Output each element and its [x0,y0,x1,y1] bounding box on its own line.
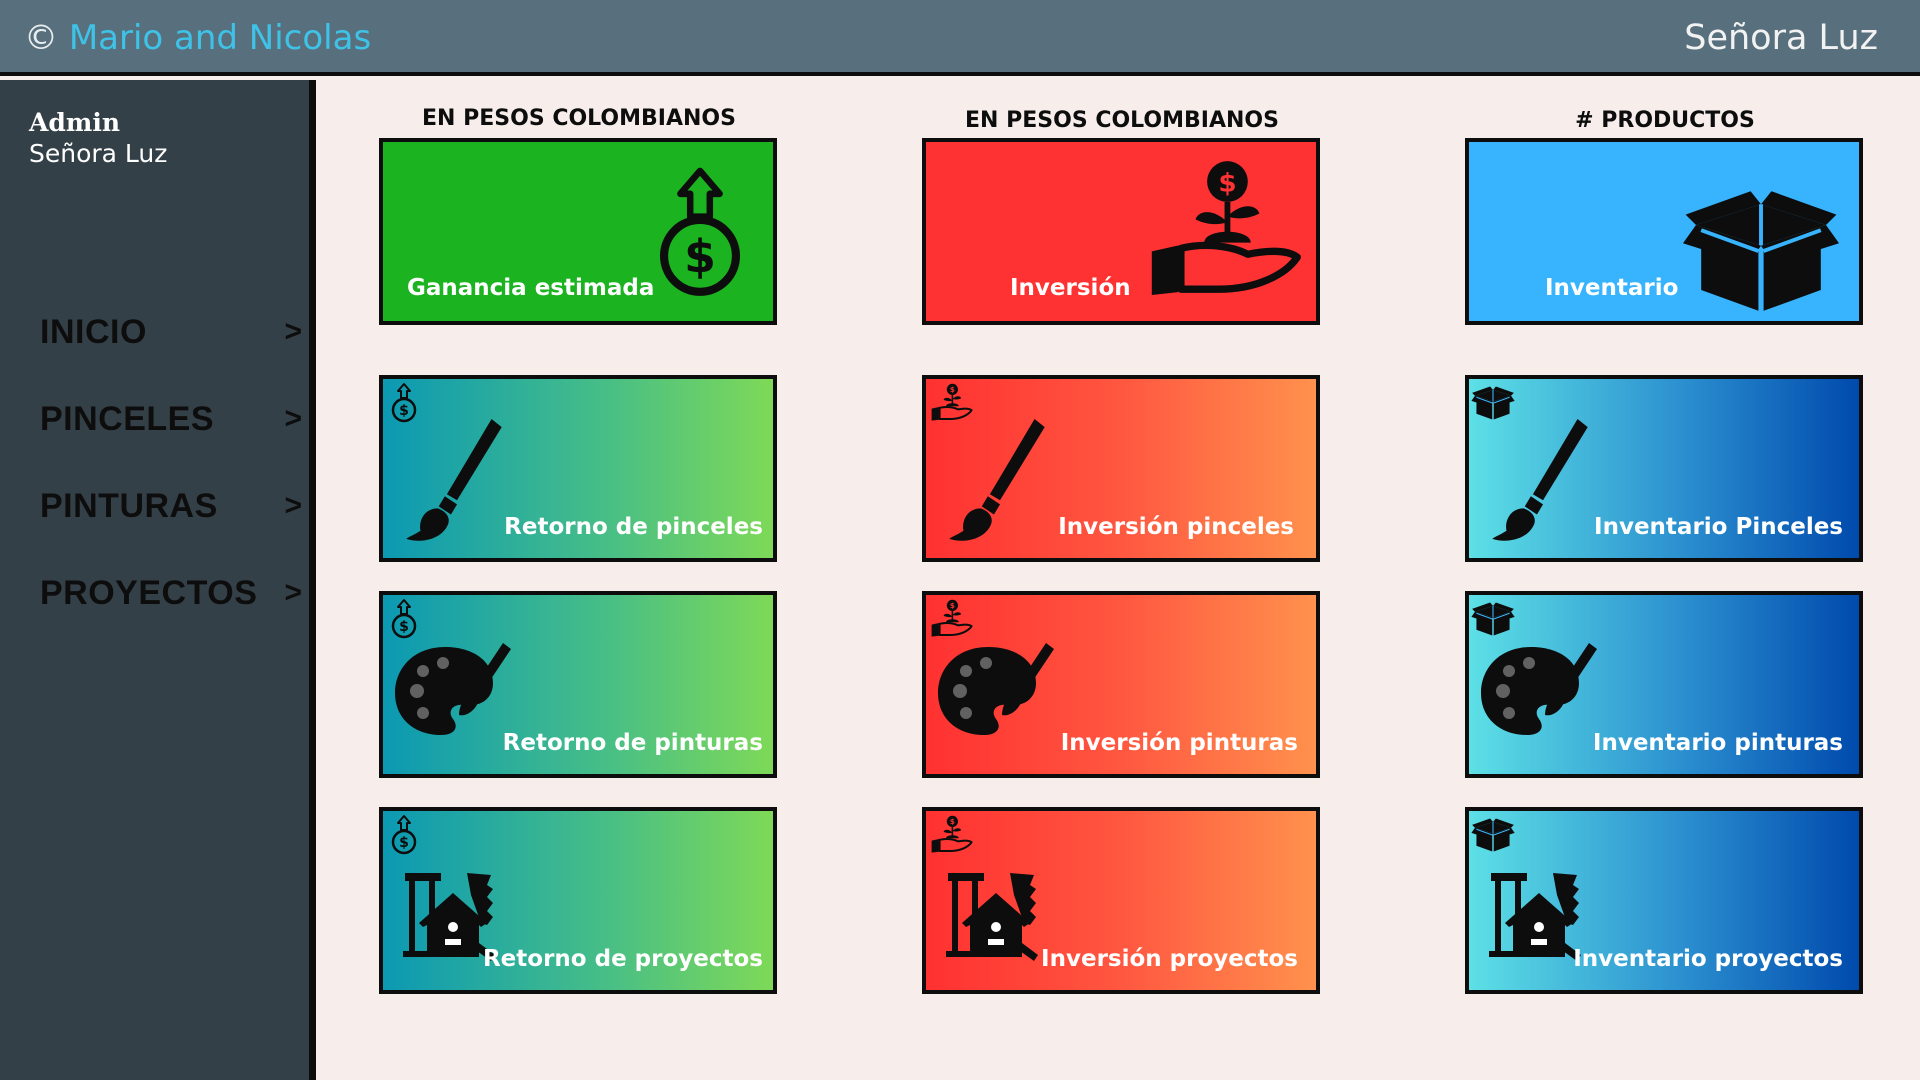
card-label: Inversión pinturas [1060,730,1298,756]
role-label: Admin [29,108,121,137]
card-label: Inventario [1545,275,1679,301]
card-label: Retorno de pinceles [504,514,763,540]
brand-name: Mario and Nicolas [68,18,372,58]
card-retorno-pinturas[interactable]: Retorno de pinturas [379,591,777,778]
hand-coin-plant-icon [930,815,974,855]
chevron-right-icon: > [284,576,302,609]
birdhouse-tools-icon [944,865,1044,965]
sidebar-item-pinceles[interactable]: PINCELES > [40,393,302,445]
card-retorno-pinceles[interactable]: Retorno de pinceles [379,375,777,562]
card-inventario[interactable]: Inventario [1465,138,1863,325]
box-icon [1471,817,1515,853]
paintbrush-icon [403,415,507,547]
card-label: Inventario proyectos [1573,946,1843,972]
column-header-productos: # PRODUCTOS [1575,108,1755,133]
sidebar-item-inicio[interactable]: INICIO > [40,306,302,358]
copyright-symbol: © [24,18,58,58]
chevron-right-icon: > [284,315,302,348]
header-user-name[interactable]: Señora Luz [1684,18,1878,58]
card-label: Inversión [1010,275,1131,301]
hand-coin-plant-icon [1146,156,1306,306]
sidebar-item-label: PINTURAS [40,486,218,525]
money-bag-up-icon [651,158,749,308]
column-header-ganancia: EN PESOS COLOMBIANOS [422,106,736,131]
chevron-right-icon: > [284,489,302,522]
card-inventario-proyectos[interactable]: Inventario proyectos [1465,807,1863,994]
card-inventario-pinceles[interactable]: Inventario Pinceles [1465,375,1863,562]
card-inversion[interactable]: Inversión [922,138,1320,325]
card-label: Ganancia estimada [407,275,655,301]
birdhouse-tools-icon [1487,865,1587,965]
card-label: Retorno de proyectos [482,946,763,972]
box-icon [1673,186,1849,316]
column-header-inversion: EN PESOS COLOMBIANOS [965,108,1279,133]
sidebar-item-proyectos[interactable]: PROYECTOS > [40,567,302,619]
brand-title: © Mario and Nicolas [24,18,371,58]
money-bag-up-icon [389,815,419,855]
card-inversion-pinturas[interactable]: Inversión pinturas [922,591,1320,778]
card-inversion-proyectos[interactable]: Inversión proyectos [922,807,1320,994]
paintbrush-icon [946,415,1050,547]
card-inversion-pinceles[interactable]: Inversión pinceles [922,375,1320,562]
sidebar-user-name: Señora Luz [29,139,168,168]
box-icon [1471,601,1515,637]
palette-icon [393,639,513,739]
sidebar-item-pinturas[interactable]: PINTURAS > [40,480,302,532]
hand-coin-plant-icon [930,599,974,639]
card-label: Inventario Pinceles [1594,514,1843,540]
card-label: Retorno de pinturas [502,730,763,756]
sidebar-item-label: INICIO [40,312,147,351]
chevron-right-icon: > [284,402,302,435]
card-label: Inversión pinceles [1058,514,1294,540]
sidebar-item-label: PINCELES [40,399,215,438]
palette-icon [936,639,1056,739]
card-retorno-proyectos[interactable]: Retorno de proyectos [379,807,777,994]
sidebar-item-label: PROYECTOS [40,573,258,612]
palette-icon [1479,639,1599,739]
card-inventario-pinturas[interactable]: Inventario pinturas [1465,591,1863,778]
card-ganancia-estimada[interactable]: Ganancia estimada [379,138,777,325]
sidebar: Admin Señora Luz INICIO > PINCELES > PIN… [0,80,316,1080]
paintbrush-icon [1489,415,1593,547]
card-label: Inventario pinturas [1592,730,1843,756]
top-bar: © Mario and Nicolas Señora Luz [0,0,1920,76]
card-label: Inversión proyectos [1041,946,1298,972]
money-bag-up-icon [389,599,419,639]
